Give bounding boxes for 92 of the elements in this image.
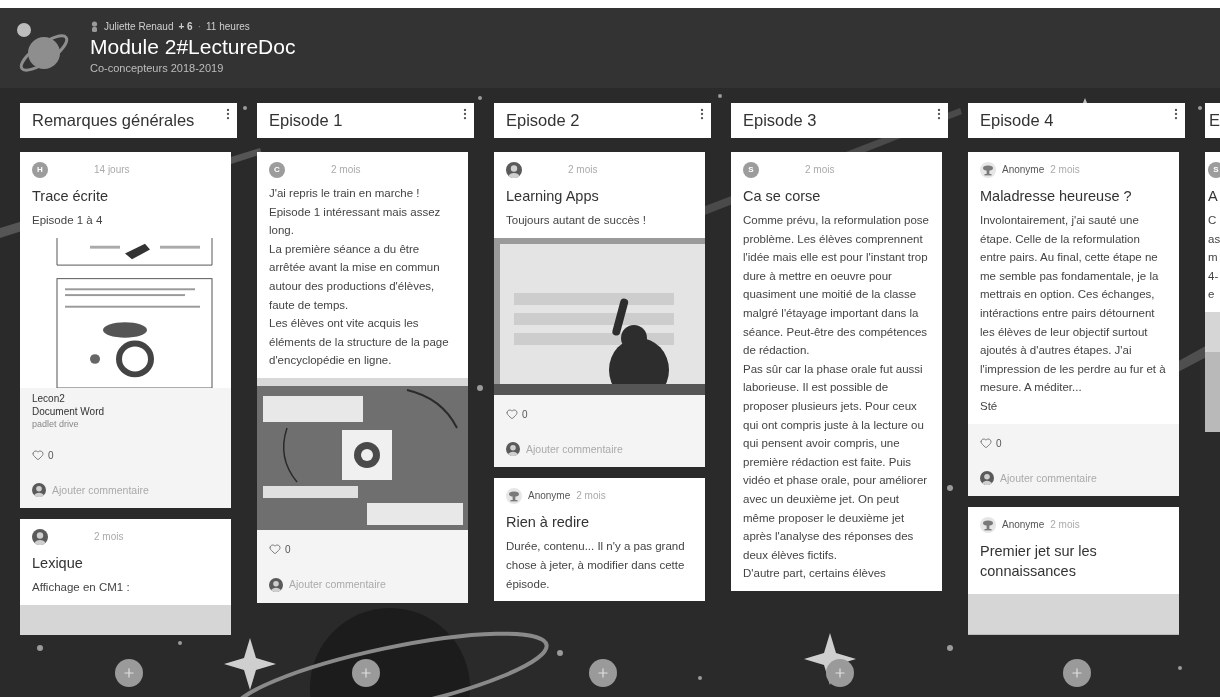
anonymous-avatar-icon [506,487,522,504]
post-card[interactable] [731,152,942,591]
star-dot [243,106,247,110]
star-dot [947,645,953,651]
column-title: Episode 1 [269,110,343,132]
post-title: Trace écrite [32,187,109,206]
post-body: Episode 1 à 4 [32,213,104,228]
post-title: Lexique [32,554,84,574]
star-dot [477,385,483,391]
anonymous-avatar-icon [980,516,996,533]
post-card[interactable]: Anonyme 2 mois Premier jet sur les connaissances [968,507,1179,635]
star-dot [37,645,43,651]
post-title: A [1208,187,1219,206]
star-dot [1178,666,1182,670]
like-count: 0 [996,436,1002,451]
board-subtitle: Co-concepteurs 2018-2019 [90,61,225,77]
attachment-source: padlet drive [32,417,80,430]
owner-name[interactable]: Juliette Renaud [104,19,174,35]
avatar-icon [32,528,48,545]
post-time: 2 mois [568,163,598,177]
post-card[interactable]: 2 mois Lexique Affichage en CM1 : [20,519,231,635]
post-author: Anonyme [1002,163,1045,177]
column-title: Episode 2 [506,110,580,132]
avatar: S [743,161,759,178]
like-count: 0 [48,448,54,463]
post-body: Durée, contenu... Il n'y a pas grand chose à jeter, à modifier dans cette épisode. [506,539,686,592]
like-icon[interactable] [32,449,44,462]
post-card[interactable] [968,152,1179,497]
post-title: Maladresse heureuse ? [980,187,1133,206]
like-icon[interactable] [269,543,281,556]
avatar-icon [269,577,283,592]
updated-time: 11 heures [206,20,250,35]
post-time: 2 mois [805,163,835,177]
post-body: C as m 4- e [1208,213,1220,303]
like-icon[interactable] [506,408,518,421]
avatar: S [1208,161,1220,178]
avatar-icon [32,483,46,498]
column-title: Episode 4 [980,110,1054,132]
post-time: 2 mois [331,163,361,177]
post-time: 2 mois [1050,163,1080,177]
post-title: Learning Apps [506,187,600,206]
anonymous-avatar-icon [980,161,996,178]
column-title: Remarques générales [32,110,195,132]
star-dot [178,641,182,645]
post-time: 14 jours [94,163,130,177]
like-count: 0 [285,542,291,557]
post-body: Toujours autant de succès ! [506,213,647,228]
post-card[interactable] [257,152,468,603]
column-title: E [1209,110,1220,132]
column-title: Episode 3 [743,110,817,132]
plus-icon [595,666,610,680]
avatar: C [269,161,285,178]
plus-icon [832,666,847,680]
post-title: Premier jet sur les connaissances [980,542,1098,582]
post-body: Comme prévu, la reformulation pose problème. Les élèves comprennent l'idée mais elle est pour l'instant trop dure à mettre en oeuvre pour quasiment une moitié de la classe malgré l'étayage important dans la séance. Peut-être des compétences de rédaction. Pas sûr car la phase orale fut aussi laborieuse. Il est possible de proposer plusieurs jets. Pour ceux qui ont compris juste à la lecture ou qui pensent avoir compris, une première rédaction est faite. Puis vidéo et phase orale, pour améliorer avec un deuxième jet. On peut même proposer le deuxième jet après l'analyse des réponses des deux élèves fictifs. D'autre part, certains élèves [743,213,930,582]
post-body: J'ai repris le train en marche ! Episode 1 intéressant mais assez long. La première séance a du être arrêtée avant la mise en commun autour des productions d'élèves, faute de temps. Les élèves ont vite acquis les éléments de la structure de la page d'encyclopédie en ligne. [269,186,450,369]
post-time: 2 mois [1050,518,1080,533]
star-dot [698,676,702,680]
plus-icon [121,666,136,680]
avatar-icon [506,442,520,457]
post-card[interactable]: Anonyme 2 mois Rien à redire Durée, contenu... Il n'y a pas grand chose à jeter, à modifier dans cette épisode. [494,478,705,602]
attachment-caption[interactable]: Lecon2 Document Word padlet drive [20,387,231,436]
attachment-type: Document Word [32,404,106,418]
post-body: Affichage en CM1 : [32,580,131,596]
plus-icon [1069,666,1084,680]
avatar-icon [506,161,522,178]
attachment-name: Lecon2 [32,391,66,405]
post-author: Anonyme [528,489,571,504]
board-title: Module 2#LectureDoc [90,34,296,61]
separator-dot: · [197,20,202,35]
post-card[interactable]: 2 mois Learning Apps Toujours autant de succès ! 0 Ajouter commentaire [494,152,705,468]
star-dot [557,650,563,656]
like-count: 0 [522,407,528,422]
contributor-count[interactable]: + 6 [178,19,193,35]
post-time: 2 mois [576,489,606,504]
person-icon [90,21,99,33]
like-icon[interactable] [980,437,992,450]
post-card[interactable]: H 14 jours Trace écrite Episode 1 à 4 Lecon2 Document Word padlet drive 0 Ajouter commentaire [20,152,231,509]
star-icon [224,638,276,690]
star-dot [947,485,953,491]
post-author: Anonyme [1002,518,1045,533]
star-dot [718,94,722,98]
post-card[interactable]: S A C as m 4- e [1205,152,1220,432]
star-dot [1198,106,1202,110]
star-dot [478,96,482,100]
post-time: 2 mois [94,530,124,545]
avatar: H [32,161,48,178]
post-body: Involontairement, j'ai sauté une étape. Celle de la reformulation entre pairs. Au final, cette étape ne me semble pas fondamentale, je la mettrais en option. Ces échanges, intéractions entre pairs détournent les élèves de leur objectif surtout ajoutés à d'autres étapes. J'ai l'impression de les perdre au fur et à mesure. A méditer... Sté [980,213,1167,414]
plus-icon [358,666,373,680]
avatar-icon [980,471,994,486]
post-title: Ca se corse [743,187,822,206]
post-title: Rien à redire [506,513,590,533]
